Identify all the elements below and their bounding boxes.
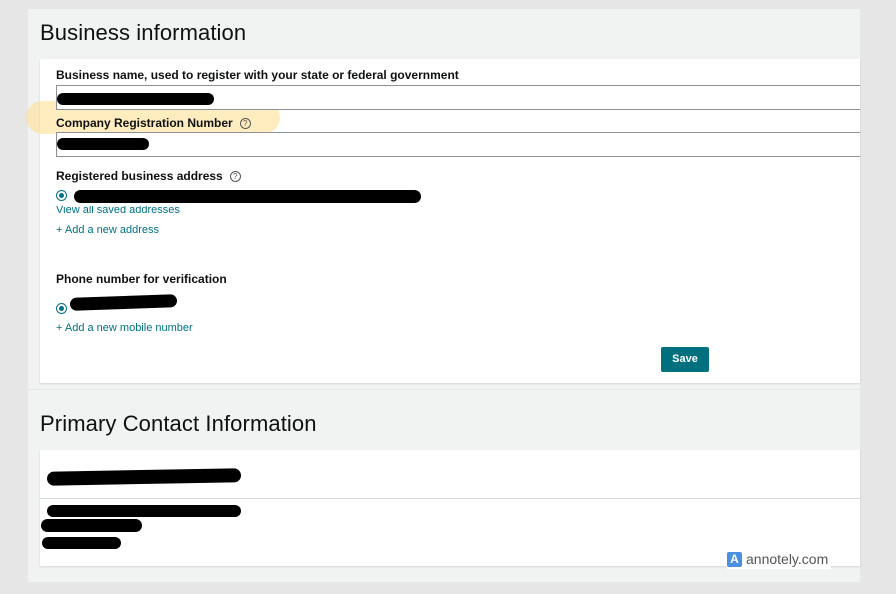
phone-radio-icon[interactable] [56, 303, 67, 314]
company-registration-field[interactable] [56, 132, 860, 157]
redacted-address [74, 190, 421, 203]
contact-divider [40, 498, 860, 499]
primary-contact-heading: Primary Contact Information [40, 411, 317, 436]
redacted-registration-number [57, 138, 149, 150]
registered-address-label: Registered business address? [56, 169, 241, 183]
business-information-panel: Business information Business name, used… [26, 9, 860, 389]
help-icon[interactable]: ? [239, 118, 251, 129]
add-address-link[interactable]: + Add a new address [56, 224, 159, 236]
business-name-label: Business name, used to register with you… [56, 68, 459, 82]
annotely-logo-icon: A [727, 551, 742, 567]
redacted-contact-detail [42, 537, 121, 549]
save-button[interactable]: Save [661, 347, 709, 372]
redacted-phone-number [69, 294, 178, 311]
redacted-contact-name [46, 468, 242, 486]
company-registration-label: Company Registration Number? [56, 116, 251, 130]
phone-verification-label: Phone number for verification [56, 272, 227, 286]
watermark-text: annotely.com [746, 551, 829, 567]
redacted-contact-detail [41, 519, 142, 532]
business-information-heading: Business information [40, 20, 247, 45]
redacted-business-name [57, 93, 214, 105]
address-radio-icon[interactable] [56, 190, 67, 201]
view-saved-addresses-link[interactable]: View all saved addresses [56, 206, 180, 214]
annotely-watermark: A annotely.com [727, 549, 832, 569]
redacted-contact-detail [47, 505, 241, 517]
help-icon[interactable]: ? [229, 171, 241, 182]
add-mobile-number-link[interactable]: + Add a new mobile number [56, 322, 193, 334]
business-information-card: Business name, used to register with you… [26, 59, 860, 383]
